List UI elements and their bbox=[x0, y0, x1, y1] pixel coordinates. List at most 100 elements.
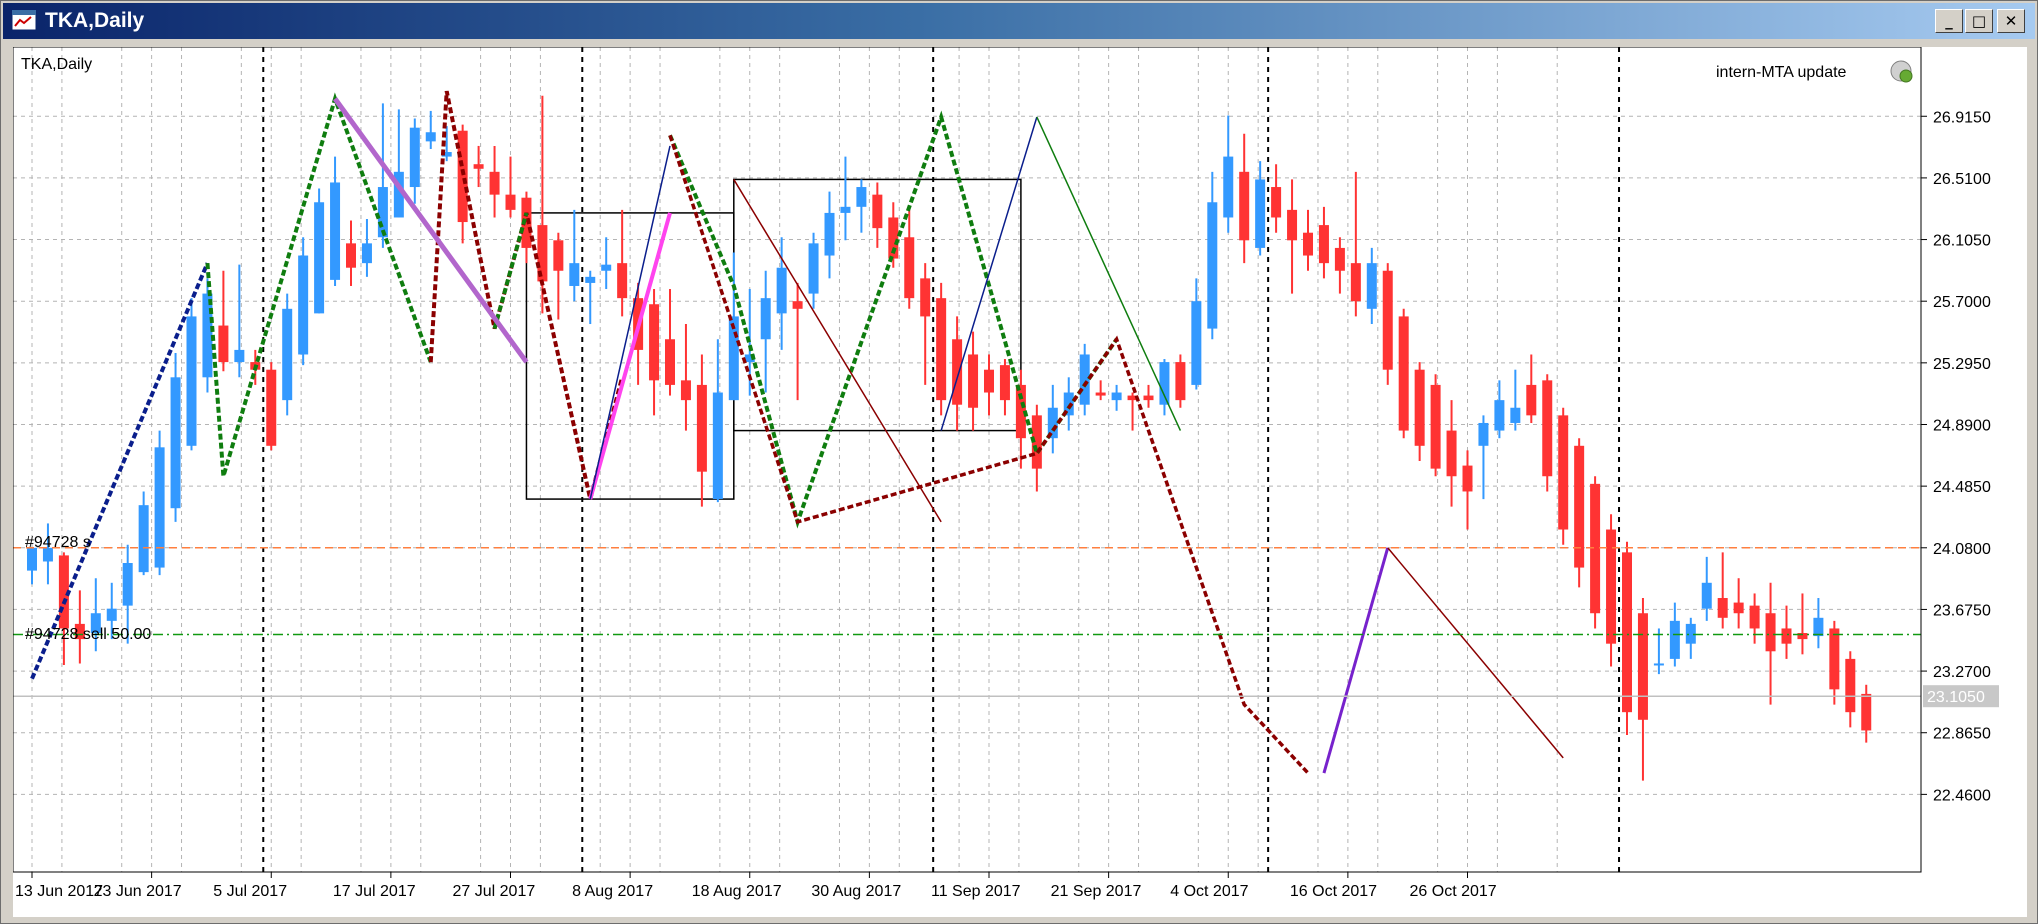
price-chart[interactable]: TKA,Daily intern-MTA update #94728 s #94… bbox=[13, 47, 2027, 917]
candle-bull bbox=[1494, 400, 1505, 431]
candle-bear bbox=[1717, 598, 1728, 618]
candle-bear bbox=[1175, 362, 1186, 401]
candle-bull bbox=[824, 212, 835, 256]
candle-bull bbox=[27, 547, 37, 571]
candle-bull bbox=[330, 182, 341, 280]
price-tick-label: 22.8650 bbox=[1933, 726, 1991, 743]
candle-bear bbox=[968, 354, 979, 408]
candle-bull bbox=[425, 132, 436, 142]
candle-bear bbox=[1574, 445, 1585, 568]
candle-bull bbox=[1079, 354, 1090, 405]
candle-bear bbox=[1303, 232, 1313, 256]
maximize-button[interactable]: □ bbox=[1965, 9, 1993, 33]
time-tick-label: 30 Aug 2017 bbox=[811, 883, 901, 900]
candle-bear bbox=[1462, 465, 1473, 492]
candle-bear bbox=[1382, 270, 1393, 370]
candle-bear bbox=[346, 243, 356, 268]
candle-bear bbox=[1414, 369, 1425, 446]
candle-bull bbox=[186, 316, 197, 446]
candle-bear bbox=[952, 339, 963, 405]
candle-bear bbox=[473, 164, 484, 169]
window-title: TKA,Daily bbox=[45, 9, 145, 32]
candle-bear bbox=[617, 263, 628, 299]
candle-bull bbox=[1223, 156, 1234, 218]
candle-bear bbox=[1526, 384, 1537, 416]
price-tick-label: 25.2950 bbox=[1933, 356, 1991, 373]
candle-bull bbox=[361, 243, 372, 264]
price-tick-label: 24.4850 bbox=[1933, 479, 1991, 496]
chart-window: TKA,Daily _ □ ✕ TKA,Daily intern-MTA upd… bbox=[0, 0, 2038, 924]
candle-bear bbox=[1861, 693, 1872, 731]
candle-bear bbox=[984, 369, 994, 393]
candle-bear bbox=[999, 365, 1010, 401]
candle-bear bbox=[1558, 415, 1569, 530]
title-bar[interactable]: TKA,Daily _ □ ✕ bbox=[3, 3, 2035, 39]
candle-bear bbox=[1765, 613, 1776, 652]
candle-bull bbox=[1510, 407, 1521, 423]
candle-bull bbox=[106, 608, 117, 621]
candle-bear bbox=[1095, 392, 1106, 396]
candle-bear bbox=[872, 194, 883, 229]
candle-bull bbox=[1366, 263, 1377, 309]
candle-bull bbox=[601, 264, 612, 271]
symbol-label: TKA,Daily bbox=[21, 56, 92, 73]
candle-bull bbox=[122, 563, 133, 606]
price-tick-label: 26.1050 bbox=[1933, 233, 1991, 250]
candle-bull bbox=[1478, 422, 1489, 446]
candle-bear bbox=[1622, 552, 1632, 713]
candle-bear bbox=[665, 339, 675, 385]
candle-bear bbox=[1430, 384, 1441, 469]
candle-bear bbox=[1542, 380, 1553, 477]
time-tick-label: 13 Jun 2017 bbox=[15, 883, 103, 900]
time-tick-label: 16 Oct 2017 bbox=[1290, 883, 1377, 900]
expert-label: intern-MTA update bbox=[1716, 64, 1847, 81]
candle-bull bbox=[409, 127, 420, 188]
candle-bear bbox=[1637, 613, 1648, 720]
time-tick-label: 26 Oct 2017 bbox=[1410, 883, 1497, 900]
candle-bull bbox=[377, 187, 388, 238]
time-tick-label: 23 Jun 2017 bbox=[94, 883, 182, 900]
candle-bear bbox=[1398, 316, 1409, 431]
time-tick-label: 5 Jul 2017 bbox=[213, 883, 287, 900]
close-button[interactable]: ✕ bbox=[1997, 9, 2025, 33]
candle-bear bbox=[1350, 263, 1361, 302]
candle-bull bbox=[298, 255, 309, 355]
price-tick-label: 26.5100 bbox=[1933, 171, 1991, 188]
price-tick-label: 26.9150 bbox=[1933, 109, 1991, 126]
time-tick-label: 21 Sep 2017 bbox=[1051, 883, 1142, 900]
candle-bear bbox=[1733, 602, 1744, 614]
candle-bull bbox=[808, 243, 819, 294]
candle-bear bbox=[553, 240, 564, 271]
candle-bull bbox=[138, 505, 149, 573]
time-tick-label: 4 Oct 2017 bbox=[1170, 883, 1248, 900]
time-tick-label: 17 Jul 2017 bbox=[333, 883, 416, 900]
candle-bear bbox=[1446, 430, 1457, 477]
candle-bull bbox=[776, 267, 787, 314]
candle-bear bbox=[1606, 529, 1617, 644]
candle-bear bbox=[1239, 171, 1250, 241]
candle-bull bbox=[840, 206, 851, 213]
candle-bear bbox=[1845, 658, 1856, 713]
candle-bear bbox=[1334, 247, 1345, 271]
candle-bull bbox=[712, 392, 723, 500]
candle-bear bbox=[1590, 483, 1601, 614]
candle-bull bbox=[1255, 179, 1266, 248]
time-tick-label: 18 Aug 2017 bbox=[692, 883, 782, 900]
chart-background bbox=[13, 47, 2027, 917]
candle-bear bbox=[680, 380, 691, 401]
candle-bull bbox=[1159, 362, 1170, 405]
time-tick-label: 11 Sep 2017 bbox=[931, 883, 1021, 900]
candle-bear bbox=[1271, 187, 1282, 218]
price-tick-label: 24.8900 bbox=[1933, 417, 1991, 434]
minimize-button[interactable]: _ bbox=[1935, 9, 1963, 33]
candle-bull bbox=[1207, 202, 1218, 329]
candle-bull bbox=[1701, 582, 1712, 609]
candle-bear bbox=[1829, 628, 1840, 690]
price-tick-label: 22.4600 bbox=[1933, 787, 1991, 804]
candle-bull bbox=[1813, 617, 1824, 637]
price-tick-label: 23.6750 bbox=[1933, 602, 1991, 619]
candle-bull bbox=[856, 187, 867, 207]
candle-bull bbox=[1653, 663, 1664, 666]
candle-bull bbox=[154, 447, 165, 568]
candle-bull bbox=[234, 349, 245, 363]
